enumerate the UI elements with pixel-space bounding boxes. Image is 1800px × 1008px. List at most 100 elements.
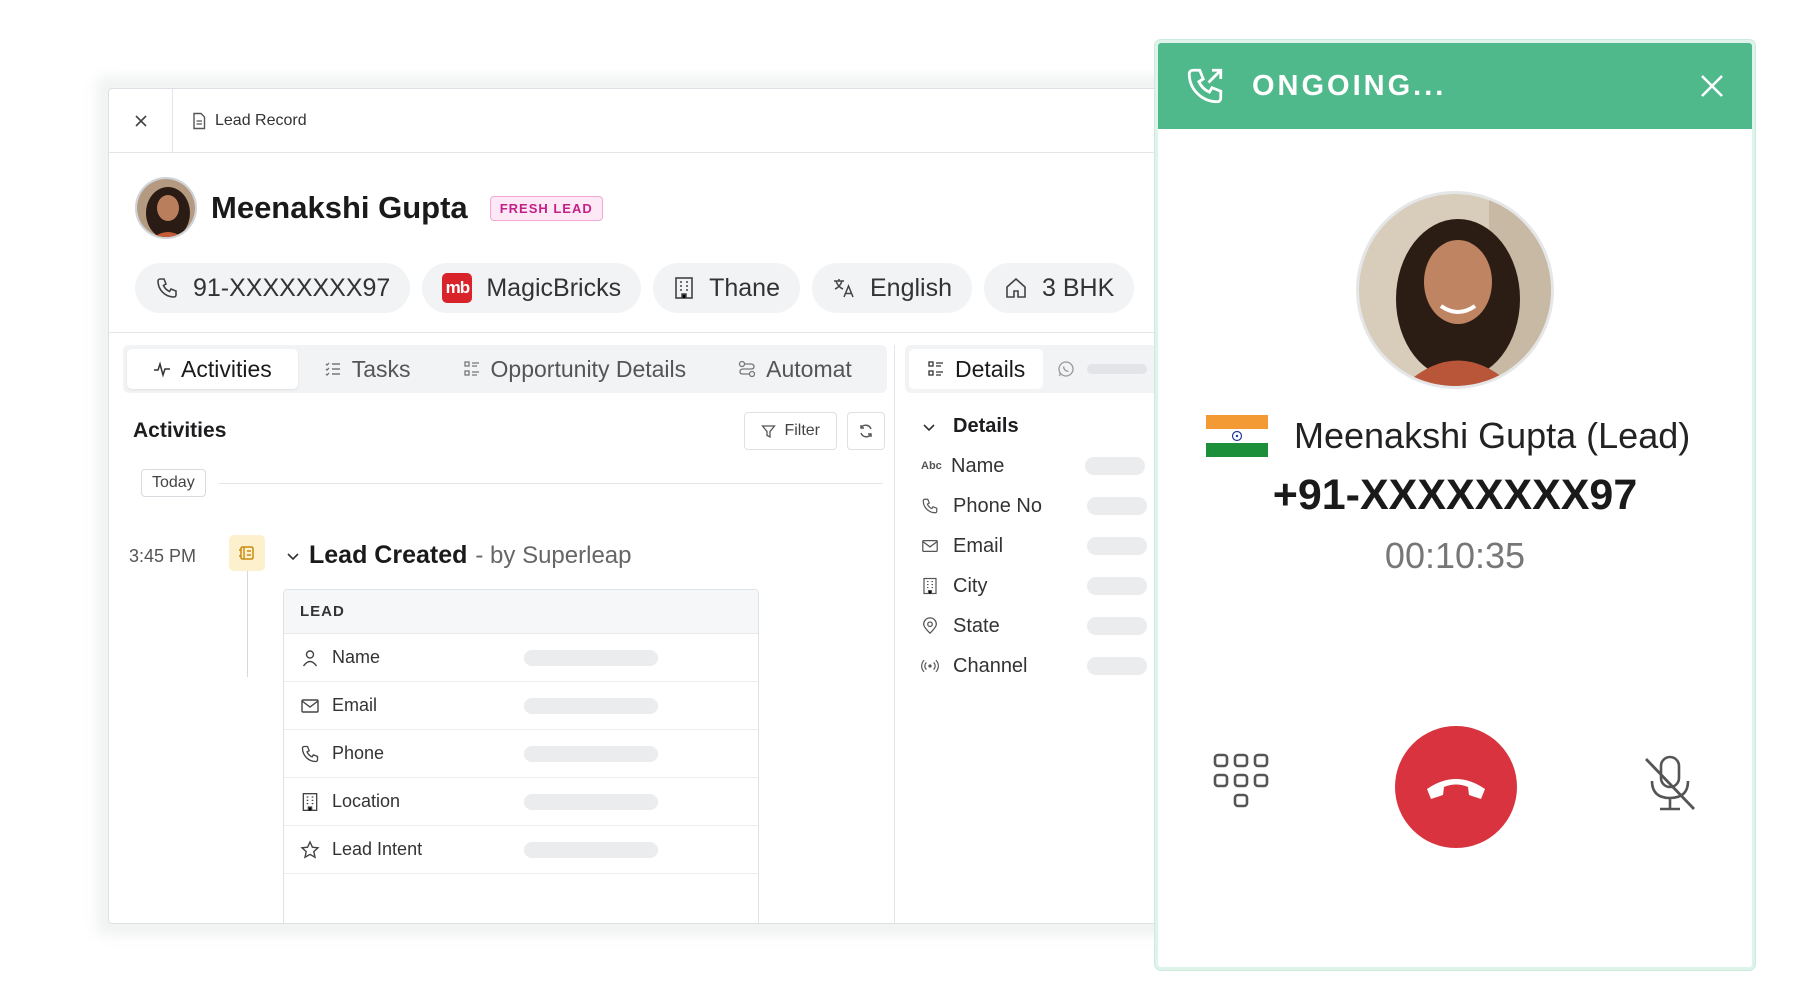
chip-phone[interactable]: 91-XXXXXXXX97 bbox=[135, 263, 411, 313]
detail-row-name: Abc Name bbox=[895, 446, 1197, 486]
caller-avatar bbox=[1356, 191, 1554, 389]
dialpad-icon bbox=[1213, 753, 1269, 808]
caller-info: Meenakshi Gupta (Lead) bbox=[1206, 415, 1690, 457]
call-panel: ONGOING... Meenakshi Gupta (Lead) +91-XX… bbox=[1155, 40, 1755, 970]
detail-label: City bbox=[953, 574, 988, 597]
chip-city-label: Thane bbox=[709, 273, 780, 302]
card-header: Lead Record bbox=[109, 89, 1197, 153]
lead-record-card: Lead Record Meenakshi Gupta FRESH LEAD 9… bbox=[108, 88, 1198, 924]
tab-activities[interactable]: Activities bbox=[127, 349, 298, 389]
tab-tasks[interactable]: Tasks bbox=[298, 349, 437, 389]
detail-label: Phone No bbox=[953, 494, 1042, 517]
india-flag-icon bbox=[1206, 415, 1268, 457]
mail-icon bbox=[922, 539, 938, 553]
detail-row-channel: Channel bbox=[895, 646, 1197, 686]
list-details-icon bbox=[928, 361, 943, 376]
dialpad-button[interactable] bbox=[1213, 753, 1269, 814]
chevron-down-icon bbox=[923, 423, 935, 431]
call-status: ONGOING... bbox=[1252, 69, 1447, 102]
lead-status-badge: FRESH LEAD bbox=[489, 195, 603, 221]
lead-row-label: Phone bbox=[332, 743, 385, 763]
tab-automation[interactable]: Automat bbox=[712, 349, 878, 389]
record-title: Lead Record bbox=[191, 112, 307, 130]
hang-up-icon bbox=[1427, 779, 1485, 799]
details-section-title: Details bbox=[953, 415, 1019, 437]
phone-icon bbox=[922, 498, 938, 514]
user-icon bbox=[302, 649, 318, 666]
value-placeholder bbox=[1085, 457, 1145, 475]
location-pin-icon bbox=[923, 617, 937, 635]
mail-icon bbox=[301, 698, 319, 713]
record-title-text: Lead Record bbox=[215, 111, 307, 129]
tab-details[interactable]: Details bbox=[909, 349, 1044, 389]
building-icon bbox=[675, 277, 693, 299]
value-placeholder bbox=[524, 649, 658, 666]
close-icon bbox=[1701, 75, 1723, 97]
home-icon bbox=[1006, 277, 1026, 298]
document-icon bbox=[193, 112, 206, 129]
automation-icon bbox=[738, 360, 756, 378]
chip-phone-label: 91-XXXXXXXX97 bbox=[193, 273, 391, 302]
detail-row-city: City bbox=[895, 566, 1197, 606]
lead-row-label: Location bbox=[332, 791, 401, 811]
tab-placeholder bbox=[1087, 364, 1148, 374]
chip-city[interactable]: Thane bbox=[653, 263, 800, 313]
detail-label: Channel bbox=[953, 654, 1028, 677]
value-placeholder bbox=[1087, 537, 1147, 555]
building-icon bbox=[302, 792, 318, 811]
caller-phone: +91-XXXXXXXX97 bbox=[1272, 471, 1638, 519]
activities-title: Activities bbox=[133, 419, 227, 442]
chevron-down-icon bbox=[287, 552, 299, 560]
value-placeholder bbox=[1087, 497, 1147, 515]
mute-button[interactable] bbox=[1642, 753, 1698, 818]
value-placeholder bbox=[524, 697, 658, 714]
filter-button[interactable]: Filter bbox=[744, 412, 837, 450]
today-label: Today bbox=[141, 469, 206, 497]
lead-avatar bbox=[135, 177, 197, 239]
activity-pulse-icon bbox=[154, 361, 170, 378]
filter-icon bbox=[761, 424, 777, 438]
phone-outgoing-icon bbox=[1187, 68, 1223, 104]
lead-fields-box: LEAD Name Email Phone Location Lead Inte… bbox=[283, 589, 759, 923]
tab-opportunity-details-label: Opportunity Details bbox=[490, 355, 687, 382]
chip-source-label: MagicBricks bbox=[486, 273, 622, 302]
whatsapp-icon bbox=[1058, 361, 1074, 377]
call-duration: 00:10:35 bbox=[1384, 535, 1526, 576]
tab-opportunity-details[interactable]: Opportunity Details bbox=[437, 349, 713, 389]
tab-whatsapp[interactable] bbox=[1057, 360, 1148, 378]
tab-tasks-label: Tasks bbox=[351, 355, 411, 382]
detail-label: State bbox=[953, 614, 1000, 637]
end-call-button[interactable] bbox=[1395, 726, 1517, 848]
mic-off-icon bbox=[1644, 755, 1696, 811]
details-pane: Details Details Abc Name Phone No Email … bbox=[894, 345, 1197, 923]
chip-language[interactable]: English bbox=[811, 263, 972, 313]
detail-row-state: State bbox=[895, 606, 1197, 646]
chip-bhk[interactable]: 3 BHK bbox=[983, 263, 1135, 313]
lead-created-icon bbox=[239, 546, 254, 560]
chip-source[interactable]: mb MagicBricks bbox=[422, 263, 642, 313]
event-time: 3:45 PM bbox=[129, 546, 197, 566]
close-record-button[interactable] bbox=[109, 89, 173, 153]
close-call-panel-button[interactable] bbox=[1698, 72, 1726, 100]
record-tabs: Activities Tasks Opportunity Details Aut… bbox=[123, 345, 887, 393]
lead-row-intent: Lead Intent bbox=[284, 826, 758, 874]
event-lead-created[interactable]: Lead Created - by Superleap bbox=[285, 541, 631, 570]
value-placeholder bbox=[524, 793, 658, 810]
value-placeholder bbox=[1087, 657, 1147, 675]
lead-name: Meenakshi Gupta bbox=[211, 190, 468, 225]
lead-box-header: LEAD bbox=[284, 590, 758, 634]
filter-button-label: Filter bbox=[784, 422, 820, 439]
star-icon bbox=[300, 839, 320, 859]
value-placeholder bbox=[524, 745, 658, 762]
refresh-icon bbox=[860, 424, 872, 438]
event-title: Lead Created bbox=[309, 541, 468, 569]
text-field-icon: Abc bbox=[921, 460, 942, 472]
magicbricks-logo: mb bbox=[442, 273, 473, 303]
lead-row-email: Email bbox=[284, 682, 758, 730]
refresh-button[interactable] bbox=[847, 412, 885, 450]
tab-activities-label: Activities bbox=[181, 355, 272, 382]
chip-bhk-label: 3 BHK bbox=[1041, 273, 1115, 302]
detail-row-phone: Phone No bbox=[895, 486, 1197, 526]
broadcast-icon bbox=[921, 659, 939, 673]
value-placeholder bbox=[524, 841, 658, 858]
